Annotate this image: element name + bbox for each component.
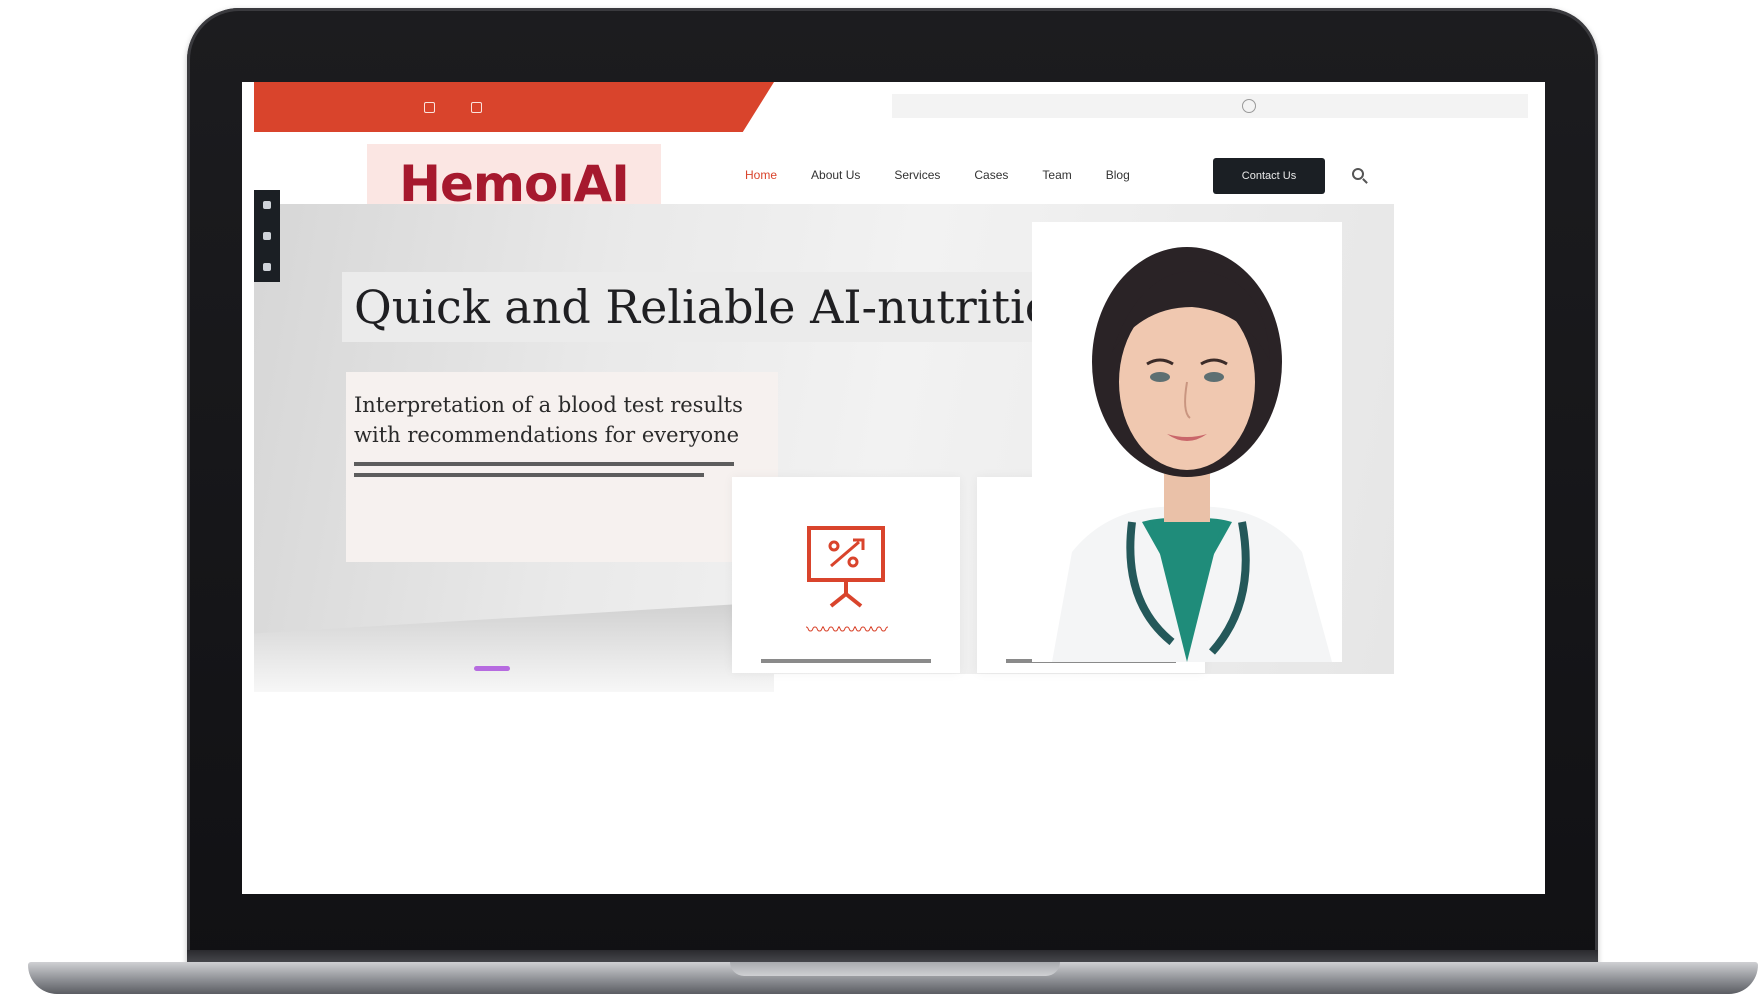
phone-icon xyxy=(424,101,435,113)
feature-caption-blurred xyxy=(732,659,960,663)
laptop-screen: HemoıAI Home About Us Services Cases Tea… xyxy=(242,82,1545,894)
phone-contact[interactable] xyxy=(424,101,435,113)
twitter-icon[interactable] xyxy=(263,231,271,240)
nav-blog[interactable]: Blog xyxy=(1106,168,1130,182)
doctor-portrait xyxy=(1032,222,1342,662)
slider-dot[interactable] xyxy=(474,666,510,671)
nav-services[interactable]: Services xyxy=(894,168,940,182)
hero-subtitle: Interpretation of a blood test results w… xyxy=(354,393,743,447)
doctor-illustration xyxy=(1052,247,1332,662)
feature-card-interpretation[interactable]: 〰〰〰〰〰 xyxy=(732,477,960,673)
hero-title: Quick and Reliable AI-nutritionist xyxy=(342,272,1139,342)
instagram-icon[interactable] xyxy=(263,262,271,271)
main-nav: Home About Us Services Cases Team Blog xyxy=(745,168,1130,182)
nav-cases[interactable]: Cases xyxy=(974,168,1008,182)
wave-divider: 〰〰〰〰〰 xyxy=(806,620,888,640)
mail-icon xyxy=(471,101,482,113)
search-icon[interactable] xyxy=(1352,168,1364,180)
nav-about[interactable]: About Us xyxy=(811,168,860,182)
social-links xyxy=(254,190,280,282)
top-contact-bar xyxy=(254,82,774,132)
top-bar-right xyxy=(892,94,1528,118)
hero-description-blurred xyxy=(354,462,770,477)
presentation-chart-icon xyxy=(807,526,885,608)
email-contact[interactable] xyxy=(471,101,482,113)
laptop-notch xyxy=(730,962,1060,976)
contact-button[interactable]: Contact Us xyxy=(1213,158,1325,194)
hero-text-card: Interpretation of a blood test results w… xyxy=(346,372,778,562)
nav-home[interactable]: Home xyxy=(745,168,777,182)
facebook-icon[interactable] xyxy=(263,201,271,210)
globe-icon[interactable] xyxy=(1242,99,1256,113)
nav-team[interactable]: Team xyxy=(1042,168,1071,182)
